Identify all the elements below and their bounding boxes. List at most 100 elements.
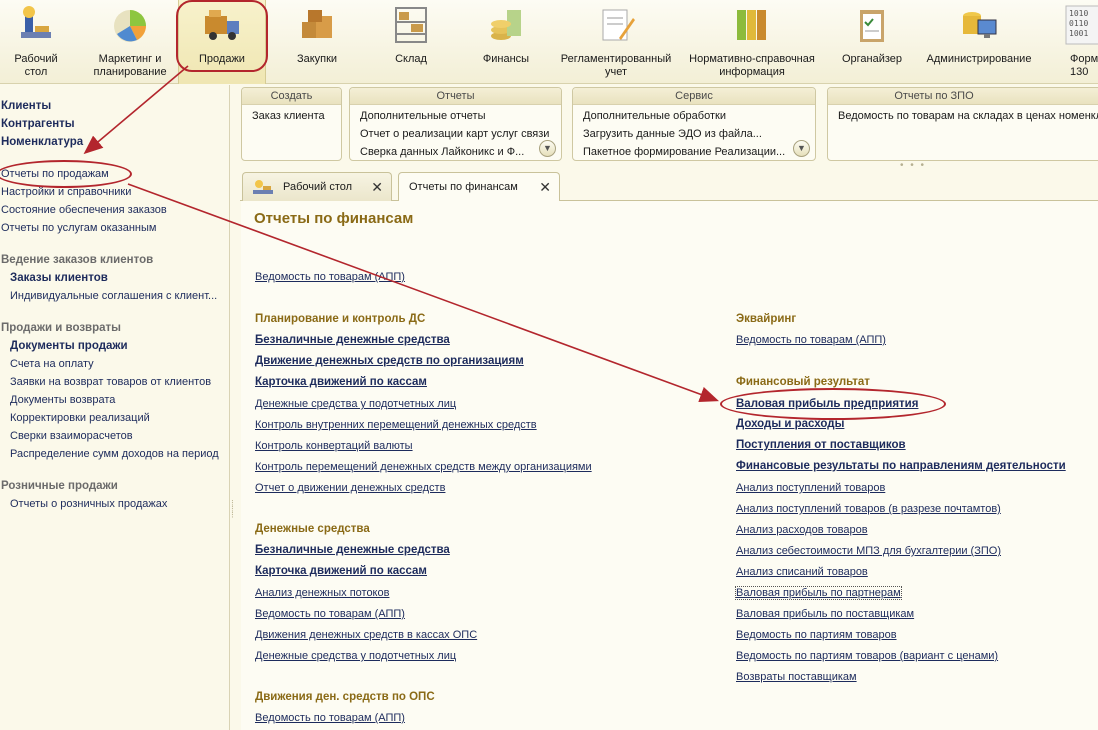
page-title: Отчеты по финансам [254,210,414,227]
gross-profit-link[interactable]: Валовая прибыль предприятия [736,398,918,410]
report-link[interactable]: Денежные средства у подотчетных лиц [255,650,456,662]
report-link[interactable]: Ведомость по партиям товаров [736,629,897,641]
section-reference-info[interactable]: Нормативно-справочная информация [686,0,818,84]
tab-strip: Рабочий стол ✕ Отчеты по финансам ✕ [240,171,1098,202]
report-link[interactable]: Безналичные денежные средства [255,544,450,556]
report-link[interactable]: Финансовые результаты по направлениям де… [736,460,1066,472]
report-link[interactable]: Безналичные денежные средства [255,334,450,346]
section-label: Форм 130 [1070,53,1098,78]
section-sales[interactable]: Продажи [178,0,266,84]
warehouse-statement-command[interactable]: Ведомость по товарам на складах в ценах … [838,110,1098,122]
section-organizer[interactable]: Органайзер [834,0,910,84]
nav-nomenclature[interactable]: Номенклатура [1,135,83,149]
nav-clients[interactable]: Клиенты [1,99,51,113]
commands-service-group: Сервис Дополнительные обработки Загрузит… [572,87,816,161]
nav-return-documents[interactable]: Документы возврата [10,393,115,407]
computer-database-icon [963,12,997,38]
report-link[interactable]: Карточка движений по кассам [255,376,427,388]
close-icon[interactable]: ✕ [539,173,551,201]
more-commands-button[interactable]: ▼ [793,140,810,157]
tab-finance-reports[interactable]: Отчеты по финансам ✕ [398,172,560,202]
nav-group-retail: Розничные продажи [1,480,118,492]
additional-reports-command[interactable]: Дополнительные отчеты [360,110,485,122]
nav-group-sales-returns: Продажи и возвраты [1,322,121,334]
report-link[interactable]: Анализ поступлений товаров (в разрезе по… [736,503,1001,515]
section-warehouse[interactable]: Склад [370,0,452,84]
report-link[interactable]: Ведомость по товарам (АПП) [255,608,405,620]
desktop-icon [253,180,273,194]
more-commands-button[interactable]: ▼ [539,140,556,157]
nav-services-reports[interactable]: Отчеты по услугам оказанным [1,221,156,235]
nav-sales-documents[interactable]: Документы продажи [10,339,128,353]
section-label: Регламентированный учет [560,53,672,78]
report-link[interactable]: Ведомость по товарам (АПП) [255,712,405,724]
section-purchases[interactable]: Закупки [280,0,354,84]
report-link[interactable]: Анализ поступлений товаров [736,482,885,494]
group-header: Создать [242,88,341,105]
group-header: Отчеты [350,88,561,105]
report-link[interactable]: Движение денежных средств по организация… [255,355,524,367]
resize-grip[interactable]: • • • [900,160,926,171]
nav-counterparties[interactable]: Контрагенты [1,117,75,131]
nav-individual-agreements[interactable]: Индивидуальные соглашения с клиент... [10,289,217,303]
report-link[interactable]: Анализ себестоимости МПЗ для бухгалтерии… [736,545,1001,557]
clipboard-icon [860,10,884,42]
additional-processing-command[interactable]: Дополнительные обработки [583,110,726,122]
report-link[interactable]: Ведомость по товарам (АПП) [255,271,405,283]
report-link[interactable]: Валовая прибыль по поставщикам [736,608,914,620]
report-link[interactable]: Доходы и расходы [736,418,844,430]
report-link[interactable]: Анализ списаний товаров [736,566,868,578]
group-header: Сервис [573,88,815,105]
report-link[interactable]: Движения денежных средств в кассах ОПС [255,629,477,641]
report-link[interactable]: Анализ расходов товаров [736,524,868,536]
nav-settings-references[interactable]: Настройки и справочники [1,185,131,199]
nav-sales-corrections[interactable]: Корректировки реализаций [10,411,150,425]
section-regulated-accounting[interactable]: Регламентированный учет [556,0,676,84]
binary-code-icon: 1010 0110 1001 [1065,5,1098,45]
section-form-130[interactable]: 1010 0110 1001 Форм 130 [1056,0,1098,84]
report-link[interactable]: Контроль перемещений денежных средств ме… [255,461,592,473]
panel-splitter[interactable]: ⁝ ⁝ ⁝ [231,499,237,530]
batch-sales-command[interactable]: Пакетное формирование Реализации... [583,146,785,158]
report-link[interactable]: Ведомость по товарам (АПП) [736,334,886,346]
section-label: Органайзер [841,53,903,65]
nav-settlement-reconciliations[interactable]: Сверки взаиморасчетов [10,429,133,443]
create-client-order-command[interactable]: Заказ клиента [252,110,325,122]
section-label: Рабочий стол [14,53,58,78]
report-link[interactable]: Отчет о движении денежных средств [255,482,445,494]
coins-icon [491,10,521,40]
section-desktop[interactable]: Рабочий стол [0,0,72,84]
report-link[interactable]: Возвраты поставщикам [736,671,857,683]
section-heading-money: Денежные средства [255,523,370,535]
nav-invoices[interactable]: Счета на оплату [10,357,94,371]
report-link[interactable]: Поступления от поставщиков [736,439,906,451]
tab-label: Отчеты по финансам [409,181,518,193]
section-label: Продажи [199,53,245,65]
section-label: Маркетинг и планирование [93,53,167,78]
nav-client-orders[interactable]: Заказы клиентов [10,271,108,285]
nav-order-provision-status[interactable]: Состояние обеспечения заказов [1,203,167,217]
report-link[interactable]: Валовая прибыль по партнерам [735,586,902,600]
load-edo-data-command[interactable]: Загрузить данные ЭДО из файла... [583,128,762,140]
section-marketing[interactable]: Маркетинг и планирование [84,0,176,84]
report-link[interactable]: Контроль внутренних перемещений денежных… [255,419,537,431]
section-heading-ops: Движения ден. средств по ОПС [255,691,435,703]
tab-desktop[interactable]: Рабочий стол ✕ [242,172,392,201]
report-link[interactable]: Карточка движений по кассам [255,565,427,577]
section-finance[interactable]: Финансы [468,0,544,84]
nav-income-distribution[interactable]: Распределение сумм доходов на период [10,447,219,461]
report-link[interactable]: Ведомость по партиям товаров (вариант с … [736,650,998,662]
pie-chart-icon [114,10,146,42]
report-link[interactable]: Анализ денежных потоков [255,587,389,599]
nav-sales-reports[interactable]: Отчеты по продажам [1,167,109,181]
nav-retail-reports[interactable]: Отчеты о розничных продажах [10,497,167,511]
card-services-report-command[interactable]: Отчет о реализации карт услуг связи [360,128,549,140]
warehouse-shelves-icon [395,7,427,43]
report-link[interactable]: Контроль конвертаций валюты [255,440,413,452]
section-administration[interactable]: Администрирование [920,0,1038,84]
report-link[interactable]: Денежные средства у подотчетных лиц [255,398,456,410]
commands-zpo-group: Отчеты по ЗПО Ведомость по товарам на ск… [827,87,1098,161]
close-icon[interactable]: ✕ [371,173,383,201]
nav-return-requests[interactable]: Заявки на возврат товаров от клиентов [10,375,211,389]
data-reconciliation-command[interactable]: Сверка данных Лайконикс и Ф... [360,146,524,158]
